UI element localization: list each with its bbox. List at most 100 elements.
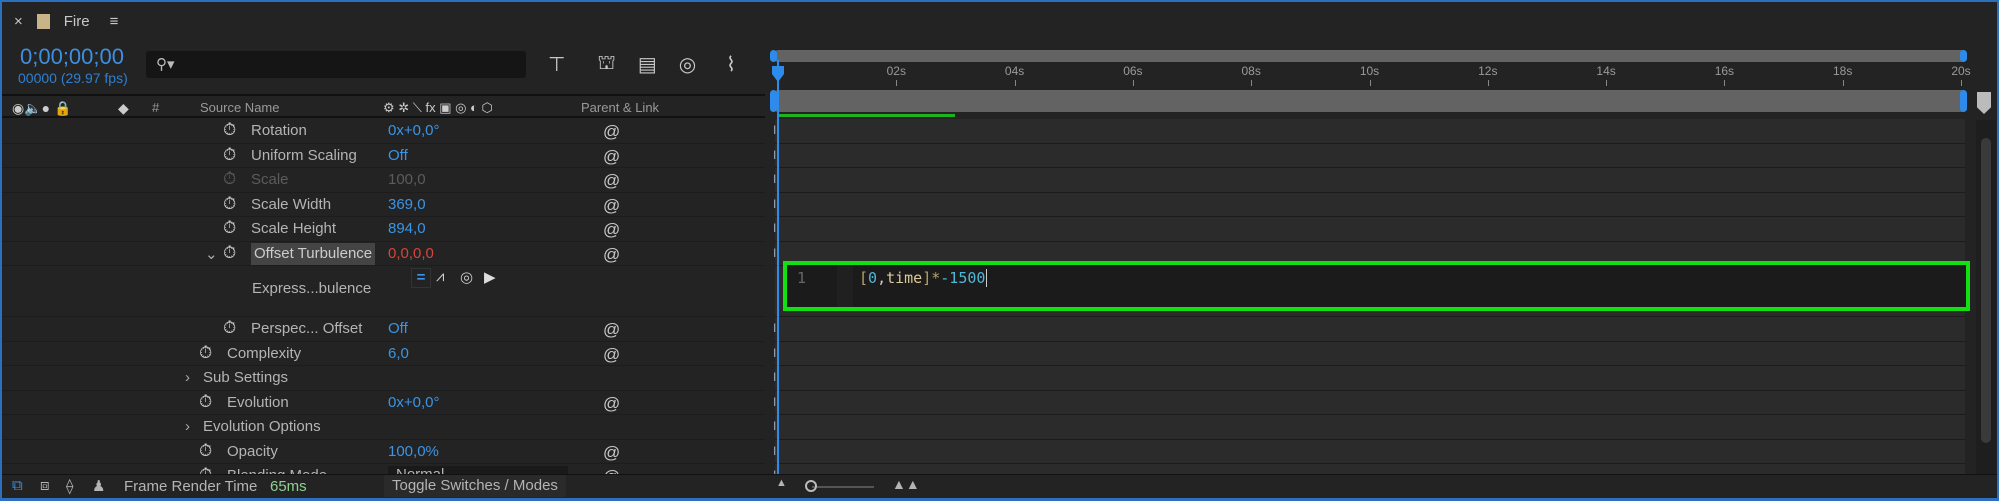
timeline-lane[interactable]: I (773, 192, 1965, 217)
timeline-lane[interactable]: I (773, 341, 1965, 366)
chevron-right-icon[interactable]: › (185, 369, 190, 386)
property-group-name[interactable]: Sub Settings (203, 369, 288, 386)
draft-3d-icon[interactable]: ⛫ (597, 52, 615, 77)
stopwatch-icon[interactable]: ⏱ (223, 169, 236, 189)
stopwatch-icon[interactable]: ⏱ (223, 243, 236, 263)
pick-whip-icon[interactable]: @ (603, 345, 620, 365)
column-number: # (152, 100, 160, 115)
timeline-lane[interactable]: I (773, 168, 1965, 193)
work-area-bar[interactable] (775, 90, 1965, 112)
property-value[interactable]: 0x+0,0° (388, 122, 439, 139)
property-value[interactable]: 0,0,0,0 (388, 245, 434, 262)
property-value[interactable]: Off (388, 320, 408, 337)
timeline-lane[interactable]: I (773, 217, 1965, 242)
column-source-name[interactable]: Source Name (200, 100, 279, 115)
composition-flowchart-icon[interactable]: ⊤ (548, 52, 565, 77)
property-row[interactable]: Express...bulence = ⩘ ◎ ▶ (0, 266, 765, 317)
zoom-slider-thumb[interactable] (805, 480, 817, 492)
time-ruler[interactable]: 0s02s04s06s08s10s12s14s16s18s20s (772, 60, 1971, 88)
property-row[interactable]: ⏱ Perspec... Offset Off @ (0, 317, 765, 342)
close-icon[interactable]: × (14, 13, 23, 30)
work-area-end[interactable] (1960, 90, 1967, 112)
pick-whip-icon[interactable]: @ (603, 171, 620, 191)
vertical-scrollbar[interactable] (1976, 120, 1996, 480)
property-value[interactable]: 100,0% (388, 443, 439, 460)
render-time-label: Frame Render Time (124, 478, 258, 495)
property-value[interactable]: Off (388, 147, 408, 164)
property-value[interactable]: 894,0 (388, 220, 426, 237)
stopwatch-icon[interactable]: ⏱ (199, 441, 212, 461)
stopwatch-icon[interactable]: ⏱ (223, 318, 236, 338)
property-name: Opacity (227, 442, 278, 460)
pick-whip-icon[interactable]: @ (603, 320, 620, 340)
pick-whip-icon[interactable]: @ (603, 245, 620, 265)
property-value[interactable]: 0x+0,0° (388, 394, 439, 411)
zoom-slider[interactable] (812, 486, 874, 488)
layer-switches-toggle-icon[interactable]: ⧉ (12, 477, 23, 494)
keyframe-navigator-icon: I (773, 419, 777, 433)
expression-code[interactable]: [0,time]*-1500 (859, 269, 988, 287)
property-row[interactable]: ⌄ ⏱ Offset Turbulence 0,0,0,0 @ (0, 242, 765, 266)
property-row[interactable]: › Sub Settings (0, 366, 765, 391)
time-tick-label: 20s (1951, 64, 1971, 78)
transfer-controls-toggle-icon[interactable]: ⧈ (40, 477, 50, 494)
stopwatch-icon[interactable]: ⏱ (223, 218, 236, 238)
graph-editor-icon[interactable]: ⌇ (726, 52, 736, 77)
timeline-lane[interactable]: I (773, 390, 1965, 415)
expression-editor[interactable]: 1 [0,time]*-1500 (783, 261, 1970, 311)
pick-whip-icon[interactable]: @ (603, 220, 620, 240)
property-row[interactable]: ⏱ Rotation 0x+0,0° @ (0, 119, 765, 144)
panel-tab[interactable]: × Fire ≡ (14, 10, 118, 32)
property-row[interactable]: › Evolution Options (0, 415, 765, 440)
property-row[interactable]: ⏱ Scale 100,0 @ (0, 168, 765, 193)
pick-whip-icon[interactable]: @ (603, 443, 620, 463)
timeline-lane[interactable]: I (773, 366, 1965, 391)
search-input[interactable]: ⚲▾ (146, 51, 526, 78)
current-time[interactable]: 0;00;00;00 (20, 44, 124, 70)
pick-whip-icon[interactable]: @ (603, 147, 620, 167)
expression-enable-icon[interactable]: = (411, 268, 431, 288)
toggle-switches-modes-button[interactable]: Toggle Switches / Modes (384, 475, 566, 497)
av-switch-icons: ◉🔈● 🔒 (12, 100, 72, 116)
property-value[interactable]: 369,0 (388, 196, 426, 213)
stopwatch-icon[interactable]: ⏱ (223, 145, 236, 165)
property-value[interactable]: 100,0 (388, 171, 426, 188)
render-time-toggle-icon[interactable]: ♟ (92, 477, 105, 495)
motion-blur-icon[interactable]: ◎ (679, 52, 696, 77)
timeline-lane[interactable]: I (773, 439, 1965, 464)
property-row[interactable]: ⏱ Opacity 100,0% @ (0, 440, 765, 464)
property-row[interactable]: ⏱ Scale Width 369,0 @ (0, 193, 765, 217)
property-row[interactable]: ⏱ Evolution 0x+0,0° @ (0, 391, 765, 415)
frame-blending-icon[interactable]: ▤ (638, 52, 657, 77)
stopwatch-icon[interactable]: ⏱ (223, 120, 236, 140)
playhead[interactable] (777, 60, 779, 474)
pick-whip-icon[interactable]: ◎ (460, 268, 473, 286)
menu-icon[interactable]: ≡ (110, 13, 119, 30)
chevron-down-icon[interactable]: ⌄ (205, 245, 218, 263)
zoom-in-icon[interactable]: ▲▲ (892, 476, 920, 492)
pick-whip-icon[interactable]: @ (603, 122, 620, 142)
chevron-right-icon[interactable]: › (185, 418, 190, 435)
property-row[interactable]: ⏱ Scale Height 894,0 @ (0, 217, 765, 242)
property-group-name[interactable]: Evolution Options (203, 418, 321, 435)
property-name: Offset Turbulence (251, 242, 376, 265)
work-area-start[interactable] (770, 90, 777, 112)
timeline-lane[interactable]: I (773, 317, 1965, 342)
pick-whip-icon[interactable]: @ (603, 196, 620, 216)
stopwatch-icon[interactable]: ⏱ (199, 392, 212, 412)
comp-marker-bin-icon[interactable] (1977, 92, 1991, 114)
stopwatch-icon[interactable]: ⏱ (223, 194, 236, 214)
column-parent-link[interactable]: Parent & Link (581, 100, 659, 115)
timeline-lane[interactable]: I (773, 415, 1965, 440)
stopwatch-icon[interactable]: ⏱ (199, 343, 212, 363)
in-out-toggle-icon[interactable]: ⟠ (66, 477, 73, 495)
timeline-lane[interactable]: I (773, 119, 1965, 144)
graph-icon[interactable]: ⩘ (436, 268, 444, 285)
timeline-lane[interactable]: I (773, 143, 1965, 168)
property-row[interactable]: ⏱ Complexity 6,0 @ (0, 342, 765, 366)
property-value[interactable]: 6,0 (388, 345, 409, 362)
zoom-out-icon[interactable]: ▲ (776, 477, 787, 489)
property-row[interactable]: ⏱ Uniform Scaling Off @ (0, 144, 765, 168)
pick-whip-icon[interactable]: @ (603, 394, 620, 414)
expression-language-menu-icon[interactable]: ▶ (484, 268, 496, 286)
